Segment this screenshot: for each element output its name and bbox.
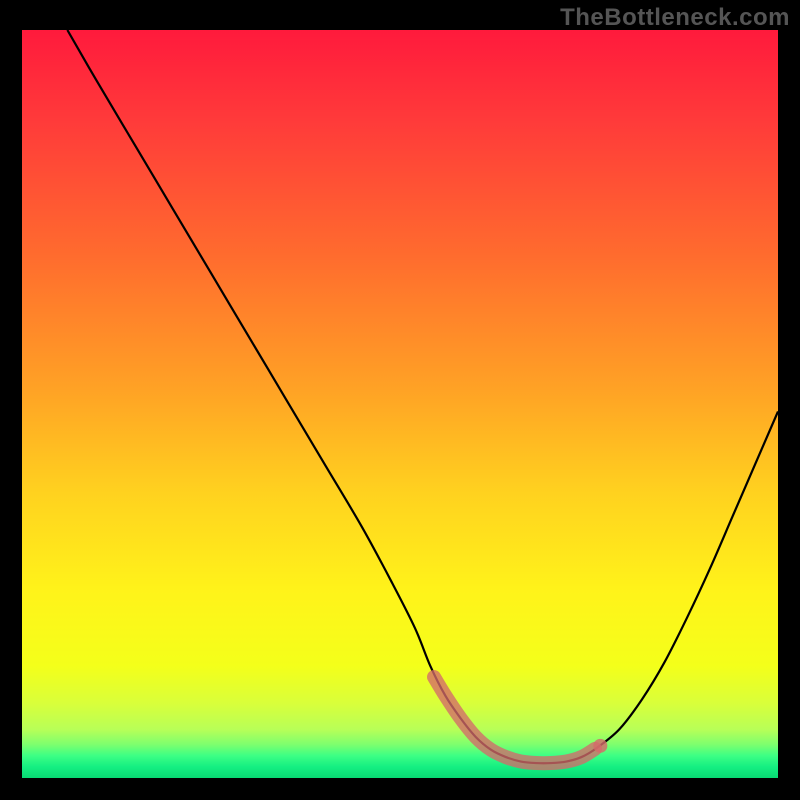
chart-frame: TheBottleneck.com bbox=[0, 0, 800, 800]
optimum-marker-end bbox=[593, 739, 607, 753]
chart-svg bbox=[22, 30, 778, 778]
watermark-text: TheBottleneck.com bbox=[560, 4, 790, 32]
plot-area bbox=[22, 30, 778, 778]
gradient-background bbox=[22, 30, 778, 778]
